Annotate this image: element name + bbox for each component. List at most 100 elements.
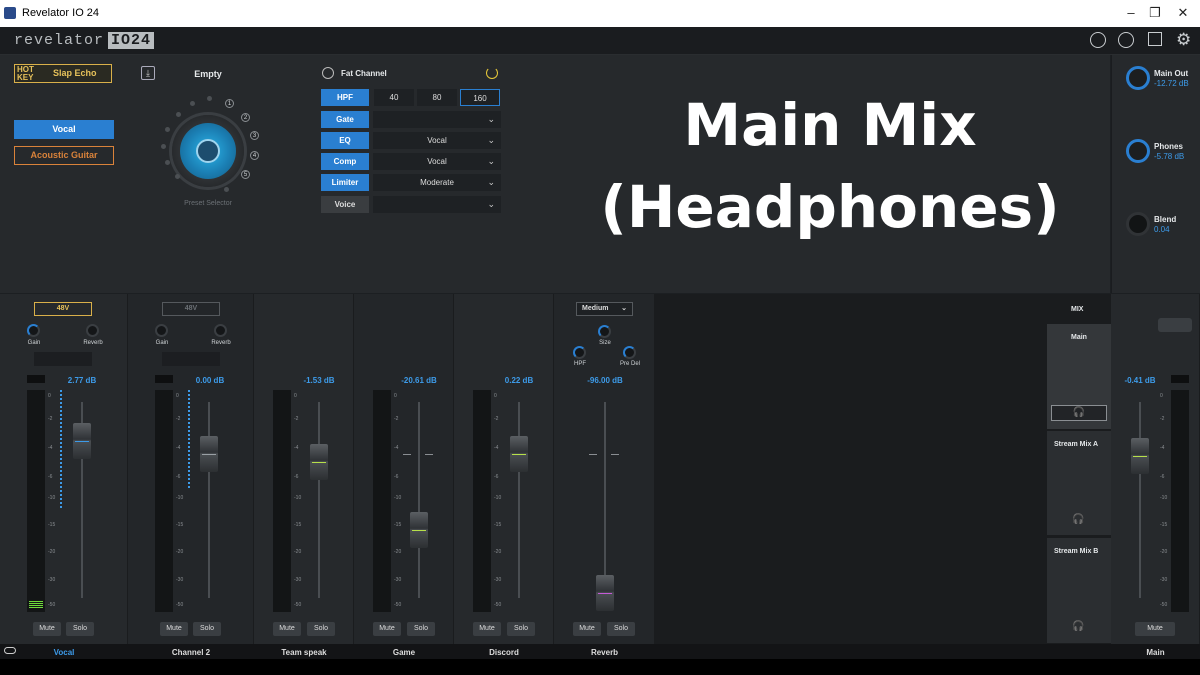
scale-mark: -15 [394,522,402,528]
gain-knob[interactable] [155,324,168,337]
preset-number[interactable]: 3 [250,131,259,140]
level-meter [373,390,391,612]
scale-mark: 0 [176,393,179,399]
hpf-option-160[interactable]: 160 [460,89,500,106]
blend-knob[interactable] [1126,212,1150,236]
main-out-knob[interactable] [1126,66,1150,90]
phantom-48v-button[interactable]: 48V [162,302,220,316]
channel-name[interactable]: Reverb [554,648,655,657]
preset-guitar-button[interactable]: Acoustic Guitar [14,146,114,165]
headphones-icon[interactable]: 🎧 [1072,621,1084,632]
input-toggle[interactable] [34,352,92,366]
preset-number[interactable]: 5 [241,170,250,179]
channel-name[interactable]: Game [354,648,454,657]
hotkey-button[interactable]: HOT KEY Slap Echo [14,64,112,83]
blend-value: 0.04 [1154,225,1170,234]
scale-mark: -10 [1160,495,1168,501]
mute-button[interactable]: Mute [33,622,61,636]
phones-knob[interactable] [1126,139,1150,163]
channel-db-value: 2.77 dB [67,376,97,385]
mixer-settings-icon[interactable] [1118,32,1134,48]
preset-dot [161,144,166,149]
headphones-icon[interactable]: 🎧 [1072,514,1084,525]
size-knob[interactable] [598,325,611,338]
eq-button[interactable]: EQ [321,132,369,149]
solo-button[interactable]: Solo [66,622,94,636]
pre-delay-knob[interactable] [623,346,636,359]
hpf-knob[interactable] [573,346,586,359]
solo-button[interactable]: Solo [607,622,635,636]
mute-button[interactable]: Mute [160,622,188,636]
comp-button[interactable]: Comp [321,153,369,170]
preset-number[interactable]: 1 [225,99,234,108]
scale-mark: -50 [48,602,56,608]
reverb-knob[interactable] [214,324,227,337]
solo-button[interactable]: Solo [507,622,535,636]
copy-icon[interactable] [1148,32,1162,46]
comp-select[interactable]: Vocal ⌄ [373,153,501,170]
input-level-strip [188,390,190,490]
chevron-down-icon: ⌄ [621,305,627,312]
fader-track [518,402,520,598]
input-level-strip [60,390,62,508]
gain-knob[interactable] [27,324,40,337]
scale-mark: -2 [48,416,53,422]
preset-number[interactable]: 2 [241,113,250,122]
mute-button[interactable]: Mute [373,622,401,636]
preset-number[interactable]: 4 [250,151,259,160]
input-toggle[interactable] [162,352,220,366]
channel-name[interactable]: Team speak [254,648,354,657]
solo-button[interactable]: Solo [307,622,335,636]
scale-mark: -15 [494,522,502,528]
mute-button[interactable]: Mute [273,622,301,636]
chevron-down-icon: ⌄ [487,156,495,166]
overlay-title: Main Mix (Headphones) [600,84,1060,248]
gear-icon[interactable]: ⚙ [1176,30,1191,50]
app-header: revelator IO24 ⚙ [0,27,1200,55]
headphones-icon[interactable]: 🎧 [1051,405,1107,421]
overlay-title-line1: Main Mix [683,91,977,159]
hpf-option-40[interactable]: 40 [374,89,414,106]
scale-mark: -30 [494,577,502,583]
solo-button[interactable]: Solo [407,622,435,636]
hotkey-label: HOT KEY [17,65,34,82]
channel-name[interactable]: Vocal [24,648,104,657]
limiter-button[interactable]: Limiter [321,174,369,191]
gate-button[interactable]: Gate [321,111,369,128]
close-button[interactable]: ✕ [1168,4,1198,22]
voice-button[interactable]: Voice [321,196,369,213]
eq-select[interactable]: Vocal ⌄ [373,132,501,149]
mute-button[interactable]: Mute [473,622,501,636]
channel-name[interactable]: Discord [454,648,554,657]
scale-mark: -20 [494,549,502,555]
gate-select[interactable]: ⌄ [373,111,501,128]
link-toggle[interactable] [1158,318,1192,332]
preset-name: Empty [194,69,222,79]
fat-channel-title: Fat Channel [341,69,387,78]
channel-db-value: -20.61 dB [401,376,437,385]
power-icon[interactable] [486,67,498,79]
hpf-button[interactable]: HPF [321,89,369,106]
save-preset-icon[interactable]: ⤓ [141,66,155,80]
solo-button[interactable]: Solo [193,622,221,636]
link-icon[interactable] [4,647,16,654]
main-mute-button[interactable]: Mute [1135,622,1175,636]
unity-mark [403,454,411,455]
voice-select[interactable]: ⌄ [373,196,501,213]
channel-db-value: 0.00 dB [195,376,225,385]
phantom-48v-button[interactable]: 48V [34,302,92,316]
channel-name[interactable]: Main [1111,648,1200,657]
scale-mark: -4 [494,445,499,451]
channel-name[interactable]: Channel 2 [128,648,254,657]
reverb-preset-select[interactable]: Medium ⌄ [576,302,633,316]
mix-stream-b-label: Stream Mix B [1054,548,1099,555]
mute-button[interactable]: Mute [573,622,601,636]
bottom-bar [0,659,1200,675]
preset-vocal-button[interactable]: Vocal [14,120,114,139]
clock-icon[interactable] [1090,32,1106,48]
hpf-option-80[interactable]: 80 [417,89,457,106]
maximize-button[interactable]: ❐ [1140,4,1170,22]
limiter-select[interactable]: Moderate ⌄ [373,174,501,191]
reverb-knob[interactable] [86,324,99,337]
scale-mark: -10 [394,495,402,501]
